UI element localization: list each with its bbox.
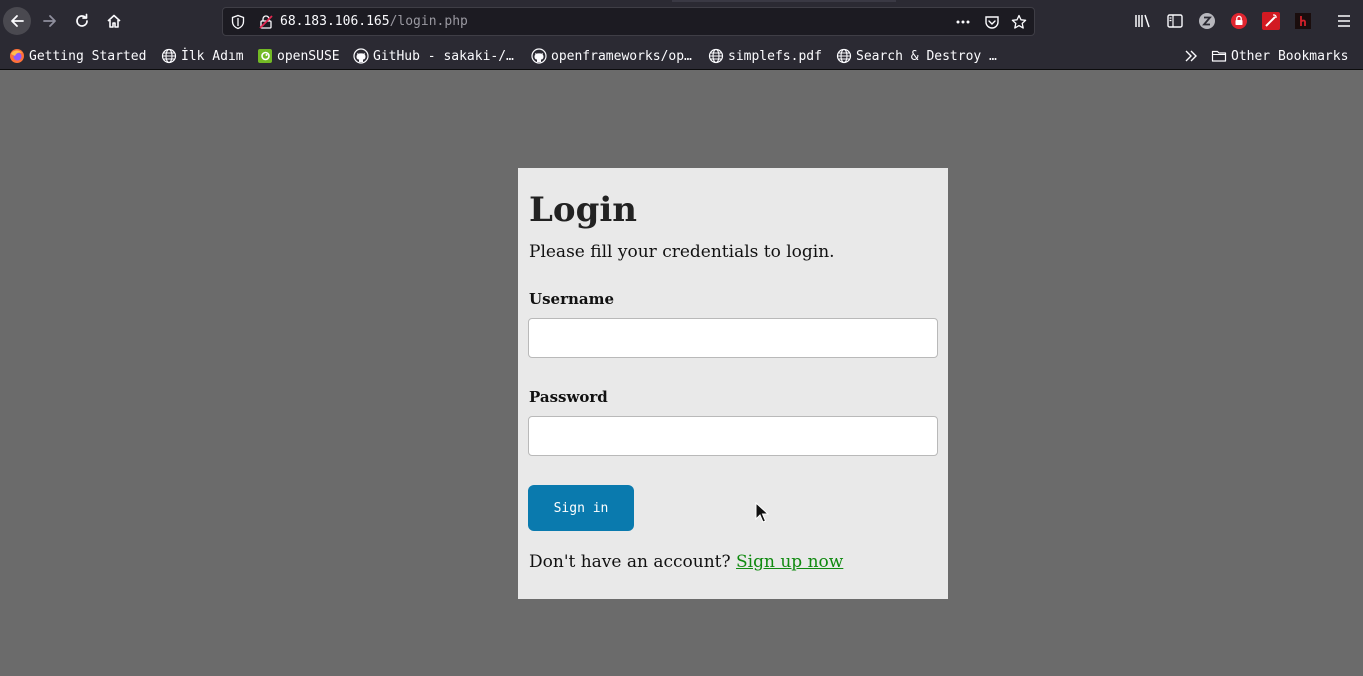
lock-extension-button[interactable] [1229,11,1249,31]
bookmark-label: Search & Destroy … [856,48,997,64]
arrow-left-icon [11,15,24,27]
hackbar-icon [1295,13,1311,29]
username-input[interactable] [528,318,938,358]
other-bookmarks-label: Other Bookmarks [1231,48,1349,64]
chevron-double-right-icon [1185,50,1197,62]
arrow-right-icon [43,15,56,27]
back-button[interactable] [3,7,31,35]
sign-up-link[interactable]: Sign up now [736,552,843,572]
password-input[interactable] [528,416,938,456]
signup-prompt: Don't have an account? Sign up now [529,552,843,572]
signup-prompt-text: Don't have an account? [529,552,731,572]
other-bookmarks[interactable]: Other Bookmarks [1211,48,1348,64]
library-button[interactable] [1133,11,1153,31]
bookmark-github-sakaki[interactable]: GitHub - sakaki-/… [353,48,514,64]
bookmark-opensuse[interactable]: openSUSE [257,48,340,64]
lock-icon [1231,13,1247,29]
magic-extension-button[interactable] [1261,11,1281,31]
url-path: /login.php [389,14,468,29]
more-actions-icon[interactable] [955,14,971,30]
forward-button[interactable] [36,7,64,35]
pocket-icon[interactable] [984,14,1000,30]
tab-indicator [672,0,896,2]
bookmark-label: GitHub - sakaki-/… [373,48,514,64]
bookmark-label: simplefs.pdf [728,48,822,64]
password-label: Password [529,388,608,406]
globe-icon [161,48,177,64]
bookmark-simplefs[interactable]: simplefs.pdf [708,48,822,64]
username-label: Username [529,290,615,308]
globe-icon [708,48,724,64]
hackbar-extension-button[interactable] [1293,11,1313,31]
bookmark-getting-started[interactable]: Getting Started [9,48,146,64]
bookmarks-overflow-button[interactable] [1183,48,1199,64]
bookmark-label: İlk Adım [181,48,244,64]
github-icon [353,48,369,64]
bookmark-star-icon[interactable] [1011,14,1027,30]
library-icon [1135,14,1150,28]
insecure-lock-icon[interactable] [258,14,274,30]
shield-icon[interactable] [230,14,246,30]
sign-in-button[interactable]: Sign in [528,485,634,531]
firefox-icon [10,49,24,63]
home-button[interactable] [100,7,128,35]
reload-button[interactable] [68,7,96,35]
zotero-icon [1199,13,1215,29]
url-text[interactable]: 68.183.106.165/login.php [280,14,468,29]
magic-wand-icon [1262,12,1280,30]
browser-toolbar: 68.183.106.165/login.php [0,0,1363,42]
url-host: 68.183.106.165 [280,14,390,29]
reload-icon [76,13,88,27]
globe-icon [836,48,852,64]
bookmark-label: openSUSE [277,48,340,64]
github-icon [531,48,547,64]
opensuse-icon [258,49,272,63]
menu-button[interactable] [1334,11,1354,31]
bookmark-openframeworks[interactable]: openframeworks/op… [531,48,692,64]
login-subtitle: Please fill your credentials to login. [529,242,835,262]
bookmark-search-destroy[interactable]: Search & Destroy … [836,48,997,64]
zotero-extension-button[interactable] [1197,11,1217,31]
sidebar-icon [1167,14,1183,28]
folder-icon [1211,50,1227,62]
bookmarks-bar: Getting Started İlk Adım openSUSE GitHub… [0,42,1363,70]
address-bar[interactable]: 68.183.106.165/login.php [222,7,1035,36]
home-icon [107,14,121,28]
mouse-cursor-icon [755,502,769,523]
bookmark-label: Getting Started [29,48,147,64]
sidebar-button[interactable] [1165,11,1185,31]
hamburger-menu-icon [1338,15,1350,27]
login-panel: Login Please fill your credentials to lo… [518,168,948,599]
page-title: Login [529,190,637,230]
bookmark-label: openframeworks/op… [551,48,692,64]
bookmark-ilk-adim[interactable]: İlk Adım [161,48,244,64]
